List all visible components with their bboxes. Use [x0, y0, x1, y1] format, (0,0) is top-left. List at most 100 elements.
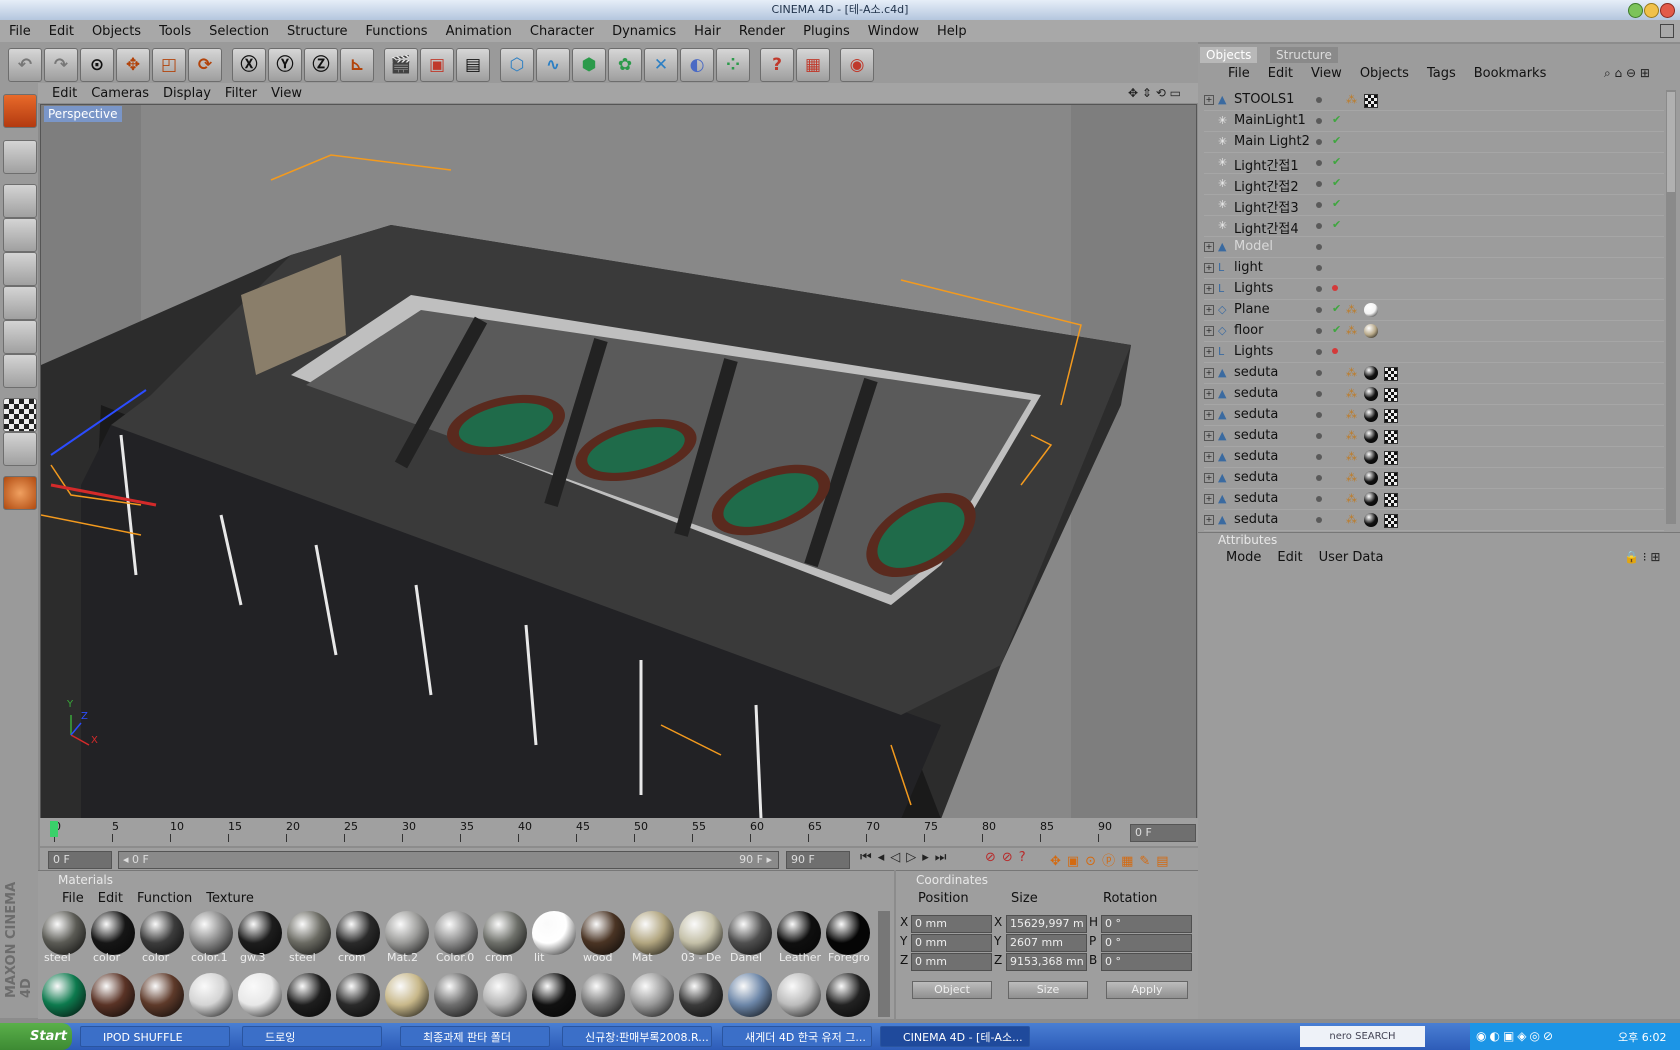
material-tag-icon[interactable]	[1364, 450, 1378, 464]
disabled-dot-icon[interactable]	[1332, 285, 1338, 291]
attributes-menu-edit[interactable]: Edit	[1277, 550, 1302, 565]
rotate-icon[interactable]: ⟳	[188, 48, 222, 82]
texture-tag-icon[interactable]: ⁂	[1346, 492, 1357, 505]
material-label[interactable]: color.1	[191, 951, 237, 964]
sculpt-icon[interactable]	[3, 476, 37, 510]
texture-tag-icon[interactable]: ⁂	[1346, 303, 1357, 316]
material-swatch[interactable]	[630, 973, 674, 1017]
checker-tag-icon[interactable]	[1384, 367, 1398, 381]
material-swatch[interactable]	[532, 911, 576, 955]
visibility-dot[interactable]	[1316, 454, 1322, 460]
materials-menu-texture[interactable]: Texture	[206, 891, 254, 906]
taskbar-item[interactable]: IPOD SHUFFLE	[80, 1026, 230, 1047]
material-tag-icon[interactable]	[1364, 513, 1378, 527]
tray-icons[interactable]: ◉◐▣◈◎⊘	[1476, 1029, 1556, 1043]
object-row[interactable]: + L Lights	[1204, 342, 1664, 363]
object-row[interactable]: + ▲ seduta ⁂	[1204, 384, 1664, 405]
viewport-menu-display[interactable]: Display	[163, 86, 211, 101]
redo-icon[interactable]: ↷	[44, 48, 78, 82]
visibility-dot[interactable]	[1316, 286, 1322, 292]
object-name[interactable]: seduta	[1234, 512, 1278, 527]
material-label[interactable]: color	[142, 951, 188, 964]
position-x-field[interactable]: 0 mm	[911, 915, 992, 933]
material-tag-icon[interactable]	[1364, 492, 1378, 506]
visibility-dot[interactable]	[1316, 412, 1322, 418]
object-name[interactable]: seduta	[1234, 407, 1278, 422]
material-label[interactable]: lit	[534, 951, 580, 964]
object-row[interactable]: + ◇ Plane ✔ ⁂	[1204, 300, 1664, 321]
material-label[interactable]: Color.0	[436, 951, 482, 964]
scale-icon[interactable]: ◰	[152, 48, 186, 82]
expand-icon[interactable]: +	[1204, 473, 1214, 483]
object-row[interactable]: + ▲ seduta ⁂	[1204, 468, 1664, 489]
object-name[interactable]: seduta	[1234, 470, 1278, 485]
visibility-dot[interactable]	[1316, 118, 1322, 124]
attributes-menu-mode[interactable]: Mode	[1226, 550, 1261, 565]
timeline-ruler[interactable]: 051015202530354045505560657075808590 0 F	[40, 818, 1198, 846]
render-picture-viewer-icon[interactable]: ▣	[420, 48, 454, 82]
visibility-dot[interactable]	[1316, 328, 1322, 334]
start-frame-field[interactable]: 0 F	[48, 851, 112, 869]
material-label[interactable]: color	[93, 951, 139, 964]
object-name[interactable]: seduta	[1234, 428, 1278, 443]
position-z-field[interactable]: 0 mm	[911, 953, 992, 971]
checker-tag-icon[interactable]	[1384, 430, 1398, 444]
texture-tag-icon[interactable]: ⁂	[1346, 387, 1357, 400]
attributes-menu-user-data[interactable]: User Data	[1319, 550, 1384, 565]
expand-icon[interactable]: +	[1204, 263, 1214, 273]
material-label[interactable]: Foregro	[828, 951, 874, 964]
cube-primitive-icon[interactable]: ⬡	[500, 48, 534, 82]
rotation-h-field[interactable]: 0 °	[1101, 915, 1192, 933]
enabled-check-icon[interactable]: ✔	[1332, 302, 1341, 315]
expand-icon[interactable]: +	[1204, 326, 1214, 336]
menu-help[interactable]: Help	[928, 24, 976, 39]
object-row[interactable]: ✳ Light간접2 ✔	[1204, 174, 1664, 195]
object-mode-icon[interactable]	[3, 354, 37, 388]
object-name[interactable]: Plane	[1234, 302, 1270, 317]
checker-tag-icon[interactable]	[1384, 514, 1398, 528]
objects-toolbar-icons[interactable]: ⌕ ⌂ ⊖ ⊞	[1604, 66, 1650, 81]
enabled-check-icon[interactable]: ✔	[1332, 155, 1341, 168]
object-name[interactable]: floor	[1234, 323, 1263, 338]
material-swatch[interactable]	[826, 911, 870, 955]
enabled-check-icon[interactable]: ✔	[1332, 134, 1341, 147]
visibility-dot[interactable]	[1316, 517, 1322, 523]
objects-menu-file[interactable]: File	[1228, 66, 1250, 81]
material-tag-icon[interactable]	[1364, 324, 1378, 338]
object-row[interactable]: + L Lights	[1204, 279, 1664, 300]
objects-menu-edit[interactable]: Edit	[1268, 66, 1293, 81]
texture-tag-icon[interactable]: ⁂	[1346, 324, 1357, 337]
texture-tag-icon[interactable]: ⁂	[1346, 429, 1357, 442]
taskbar-item[interactable]: CINEMA 4D - [테-A소...	[880, 1026, 1030, 1047]
axis-mode-icon[interactable]	[3, 320, 37, 354]
visibility-dot[interactable]	[1316, 139, 1322, 145]
object-name[interactable]: Light간접4	[1234, 218, 1299, 237]
start-button[interactable]: Start	[0, 1023, 72, 1050]
object-name[interactable]: STOOLS1	[1234, 92, 1294, 107]
expand-icon[interactable]: +	[1204, 452, 1214, 462]
material-swatch[interactable]	[336, 911, 380, 955]
objects-scrollbar[interactable]	[1666, 90, 1676, 524]
deformer-icon[interactable]: ✕	[644, 48, 678, 82]
texture-mode-icon[interactable]	[3, 286, 37, 320]
size-x-field[interactable]: 15629,997 m	[1006, 915, 1087, 933]
web-icon[interactable]: ◉	[840, 48, 874, 82]
object-name[interactable]: seduta	[1234, 449, 1278, 464]
materials-menu-function[interactable]: Function	[137, 891, 192, 906]
material-tag-icon[interactable]	[1364, 471, 1378, 485]
object-name[interactable]: Main Light2	[1234, 134, 1310, 149]
objects-menu-view[interactable]: View	[1311, 66, 1342, 81]
object-name[interactable]: Light간접1	[1234, 155, 1299, 174]
material-swatch[interactable]	[630, 911, 674, 955]
menu-dynamics[interactable]: Dynamics	[603, 24, 685, 39]
object-name[interactable]: MainLight1	[1234, 113, 1306, 128]
layout-icon[interactable]	[1660, 24, 1674, 38]
nurbs-icon[interactable]: ⬢	[572, 48, 606, 82]
visibility-dot[interactable]	[1316, 433, 1322, 439]
camera-label[interactable]: Perspective	[44, 106, 122, 122]
enabled-check-icon[interactable]: ✔	[1332, 218, 1341, 231]
visibility-dot[interactable]	[1316, 160, 1322, 166]
material-swatch[interactable]	[826, 973, 870, 1017]
object-name[interactable]: seduta	[1234, 365, 1278, 380]
object-row[interactable]: + ▲ seduta ⁂	[1204, 363, 1664, 384]
